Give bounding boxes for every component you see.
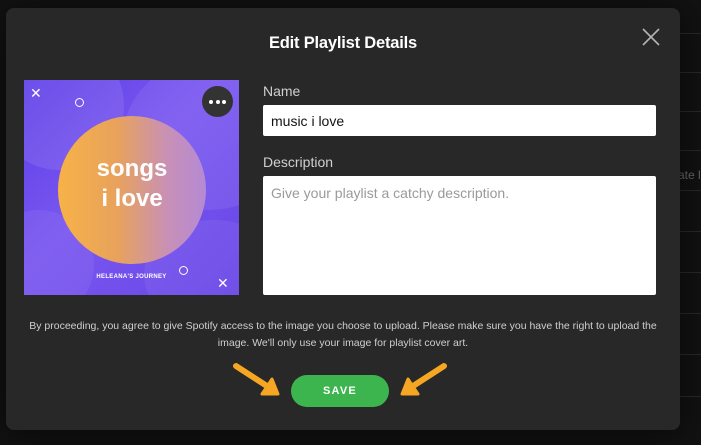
cover-x-decoration-icon: ✕	[217, 275, 229, 291]
close-icon[interactable]	[642, 28, 660, 46]
cover-ring-decoration-icon	[179, 266, 188, 275]
name-label: Name	[263, 83, 301, 99]
cover-x-decoration-icon: ✕	[30, 85, 42, 101]
save-button[interactable]: SAVE	[291, 375, 389, 407]
description-label: Description	[263, 154, 334, 170]
cover-title-line1: songs	[96, 155, 168, 182]
arrow-left-annotation-icon	[400, 363, 447, 396]
playlist-name-input[interactable]	[263, 105, 656, 136]
edit-playlist-dialog: Edit Playlist Details songs i love HELEA…	[6, 8, 680, 430]
more-options-icon[interactable]	[202, 86, 233, 117]
dialog-title: Edit Playlist Details	[268, 34, 418, 52]
cover-subtitle: HELEANA'S JOURNEY	[96, 274, 167, 280]
background-partial-text: ate l	[678, 168, 701, 182]
playlist-cover-image[interactable]: songs i love HELEANA'S JOURNEY ✕ ✕	[24, 80, 239, 295]
playlist-description-input[interactable]	[263, 176, 656, 295]
cover-title: songs i love	[58, 154, 206, 214]
upload-disclaimer: By proceeding, you agree to give Spotify…	[29, 320, 657, 349]
cover-title-line2: i love	[101, 185, 163, 212]
arrow-right-annotation-icon	[233, 363, 280, 396]
cover-ring-decoration-icon	[75, 98, 84, 107]
